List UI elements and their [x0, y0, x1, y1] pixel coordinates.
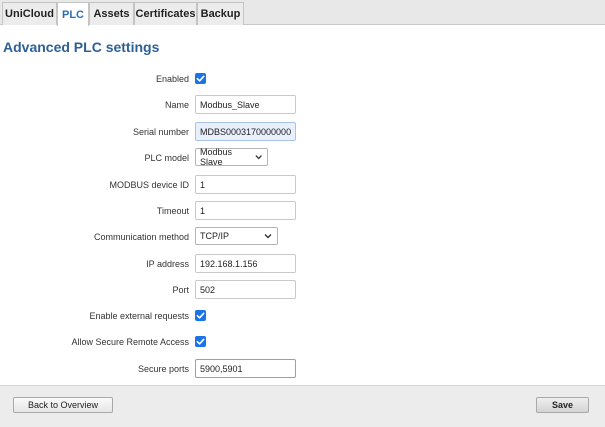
enabled-label: Enabled: [155, 74, 189, 84]
checkmark-icon: [196, 312, 205, 319]
allow-secure-remote-access-row: Allow Secure Remote Access: [0, 332, 605, 352]
communication-method-selected-value: TCP/IP: [200, 231, 230, 241]
tab-certificates[interactable]: Certificates: [134, 2, 197, 25]
name-label: Name: [164, 100, 189, 110]
timeout-field[interactable]: [195, 201, 296, 220]
checkmark-icon: [196, 75, 205, 82]
tab-assets[interactable]: Assets: [89, 2, 134, 25]
plc-model-label: PLC model: [144, 153, 189, 163]
name-row: Name: [0, 95, 605, 115]
chevron-down-icon: [255, 155, 262, 160]
name-field[interactable]: [195, 95, 296, 114]
plc-model-selected-value: Modbus Slave: [200, 147, 233, 167]
back-to-overview-button[interactable]: Back to Overview: [13, 397, 113, 413]
serial-number-label: Serial number: [132, 127, 189, 137]
serial-number-row: Serial number: [0, 122, 605, 142]
tab-unicloud[interactable]: UniCloud: [2, 2, 57, 25]
port-field[interactable]: [195, 280, 296, 299]
form-footer: Back to Overview Save: [0, 385, 605, 427]
plc-model-row: PLC model Modbus Slave: [0, 147, 605, 168]
modbus-device-id-label: MODBUS device ID: [109, 180, 189, 190]
enabled-checkbox[interactable]: [195, 73, 206, 84]
tab-bar: UniCloud PLC Assets Certificates Backup: [0, 0, 605, 26]
tab-backup[interactable]: Backup: [197, 2, 244, 25]
allow-secure-remote-access-label: Allow Secure Remote Access: [71, 337, 189, 347]
ip-address-field[interactable]: [195, 254, 296, 273]
plc-model-select[interactable]: Modbus Slave: [195, 147, 268, 167]
port-label: Port: [172, 285, 189, 295]
port-row: Port: [0, 280, 605, 300]
page-title: Advanced PLC settings: [3, 39, 160, 55]
secure-ports-label: Secure ports: [137, 364, 189, 374]
modbus-device-id-row: MODBUS device ID: [0, 175, 605, 195]
timeout-row: Timeout: [0, 201, 605, 221]
ip-address-row: IP address: [0, 254, 605, 274]
enable-external-requests-row: Enable external requests: [0, 306, 605, 326]
secure-ports-field[interactable]: [195, 359, 296, 378]
save-button[interactable]: Save: [536, 397, 589, 413]
communication-method-label: Communication method: [93, 232, 189, 242]
enable-external-requests-checkbox[interactable]: [195, 310, 206, 321]
communication-method-select[interactable]: TCP/IP: [195, 227, 278, 245]
modbus-device-id-field[interactable]: [195, 175, 296, 194]
serial-number-field[interactable]: [195, 122, 296, 141]
ip-address-label: IP address: [146, 259, 189, 269]
allow-secure-remote-access-checkbox[interactable]: [195, 336, 206, 347]
timeout-label: Timeout: [156, 206, 189, 216]
tab-plc[interactable]: PLC: [57, 2, 89, 26]
enable-external-requests-label: Enable external requests: [89, 311, 189, 321]
communication-method-row: Communication method TCP/IP: [0, 227, 605, 247]
enabled-row: Enabled: [0, 69, 605, 89]
secure-ports-row: Secure ports: [0, 359, 605, 379]
chevron-down-icon: [264, 234, 272, 239]
checkmark-icon: [196, 338, 205, 345]
